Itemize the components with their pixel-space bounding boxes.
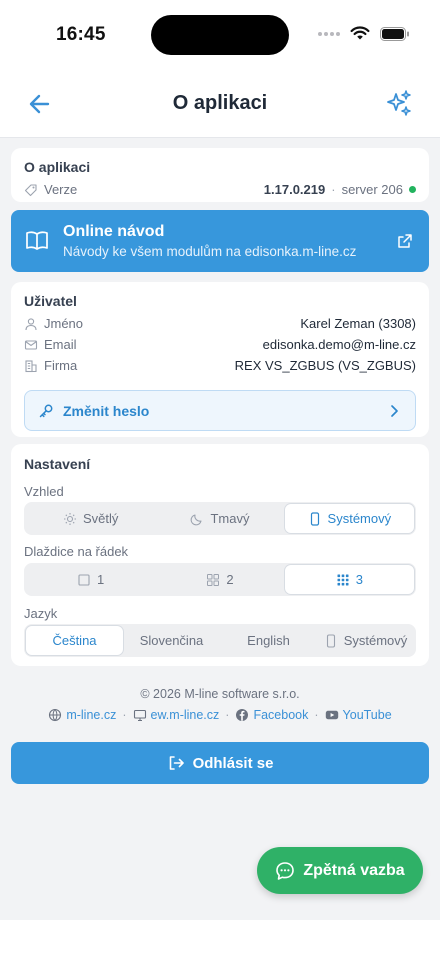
chevron-right-icon: [391, 405, 398, 417]
change-password-label: Změnit heslo: [63, 403, 150, 419]
company-value: REX VS_ZGBUS (VS_ZGBUS): [234, 358, 416, 373]
logout-label: Odhlásit se: [192, 754, 274, 772]
logout-icon: [169, 756, 184, 770]
user-company-row: Firma REX VS_ZGBUS (VS_ZGBUS): [24, 358, 416, 373]
link-ew-m-line[interactable]: ew.m-line.cz: [133, 708, 219, 722]
tiles-option-1[interactable]: 1: [26, 565, 155, 594]
status-bar: 16:45: [0, 0, 440, 70]
sun-icon: [63, 512, 76, 525]
status-time: 16:45: [56, 24, 106, 45]
link-youtube[interactable]: YouTube: [325, 708, 392, 722]
online-guide-button[interactable]: Online návod Návody ke všem modulům na e…: [11, 210, 429, 272]
navigation-bar: O aplikaci: [0, 70, 440, 138]
language-option-english[interactable]: English: [220, 626, 317, 655]
language-option-slovak[interactable]: Slovenčina: [123, 626, 220, 655]
appearance-option-light[interactable]: Světlý: [26, 504, 155, 533]
language-segmented-control: Čeština Slovenčina English Systémový: [24, 624, 416, 657]
grid-3-icon: [337, 574, 349, 585]
online-guide-title: Online návod: [63, 223, 165, 240]
appearance-option-system[interactable]: Systémový: [284, 504, 414, 533]
phone-icon: [310, 511, 319, 526]
version-separator: ·: [331, 182, 336, 197]
settings-title: Nastavení: [24, 456, 91, 472]
external-link-icon: [398, 234, 412, 248]
appearance-label: Vzhled: [24, 484, 64, 499]
feedback-label: Zpětná vazba: [303, 861, 405, 879]
name-value: Karel Zeman (3308): [300, 316, 416, 331]
battery-icon: [380, 26, 409, 41]
phone-icon: [326, 633, 335, 648]
copyright-text: © 2026 M-line software s.r.o.: [140, 687, 300, 701]
youtube-icon: [325, 710, 338, 720]
email-label: Email: [44, 337, 77, 352]
about-card: O aplikaci Verze 1.17.0.219 · server 206: [11, 148, 429, 202]
chat-bubble-icon: [276, 861, 295, 880]
about-title: O aplikaci: [24, 159, 91, 175]
tiles-segmented-control: 1 2 3: [24, 563, 416, 596]
version-label: Verze: [44, 182, 78, 197]
user-icon: [25, 317, 37, 330]
settings-card: Nastavení Vzhled Světlý Tmavý Systémový …: [11, 444, 429, 666]
feedback-button[interactable]: Zpětná vazba: [257, 847, 423, 894]
signal-dots-icon: [318, 31, 340, 36]
link-m-line[interactable]: m-line.cz: [48, 708, 116, 722]
moon-icon: [191, 513, 203, 525]
server-status-dot: [409, 186, 416, 193]
key-icon: [39, 404, 53, 418]
language-option-czech[interactable]: Čeština: [26, 626, 123, 655]
wifi-icon: [350, 26, 370, 40]
page-title: O aplikaci: [172, 92, 268, 114]
user-email-row: Email edisonka.demo@m-line.cz: [24, 337, 416, 352]
tiles-option-3[interactable]: 3: [284, 565, 414, 594]
server-value: server 206: [341, 182, 403, 197]
tiles-label: Dlaždice na řádek: [24, 544, 129, 559]
grid-2-icon: [207, 573, 220, 586]
square-icon: [78, 573, 90, 586]
user-name-row: Jméno Karel Zeman (3308): [24, 316, 416, 331]
link-facebook[interactable]: Facebook: [235, 708, 308, 722]
appearance-option-dark[interactable]: Tmavý: [155, 504, 284, 533]
book-icon: [26, 231, 48, 250]
company-label: Firma: [44, 358, 78, 373]
sparkles-icon[interactable]: [384, 88, 414, 118]
version-row: Verze 1.17.0.219 · server 206: [24, 182, 416, 197]
building-icon: [25, 359, 37, 372]
online-guide-subtitle: Návody ke všem modulům na edisonka.m-lin…: [63, 244, 357, 259]
status-icons: [318, 26, 410, 41]
user-title: Uživatel: [24, 293, 77, 309]
facebook-icon: [236, 709, 249, 721]
user-card: Uživatel Jméno Karel Zeman (3308) Email …: [11, 282, 429, 437]
tiles-option-2[interactable]: 2: [155, 565, 284, 594]
globe-icon: [49, 708, 62, 722]
version-value: 1.17.0.219: [263, 182, 326, 197]
tag-icon: [24, 183, 37, 196]
name-label: Jméno: [44, 316, 84, 331]
language-option-system[interactable]: Systémový: [317, 626, 414, 655]
change-password-button[interactable]: Změnit heslo: [24, 390, 416, 431]
footer-links: m-line.cz · ew.m-line.cz · Facebook · Yo…: [0, 708, 440, 722]
mail-icon: [24, 339, 38, 350]
email-value: edisonka.demo@m-line.cz: [262, 337, 416, 352]
dynamic-island: [151, 15, 289, 55]
logout-button[interactable]: Odhlásit se: [11, 742, 429, 784]
bottom-area: [0, 920, 440, 957]
monitor-icon: [133, 709, 146, 722]
language-label: Jazyk: [24, 606, 58, 621]
appearance-segmented-control: Světlý Tmavý Systémový: [24, 502, 416, 535]
